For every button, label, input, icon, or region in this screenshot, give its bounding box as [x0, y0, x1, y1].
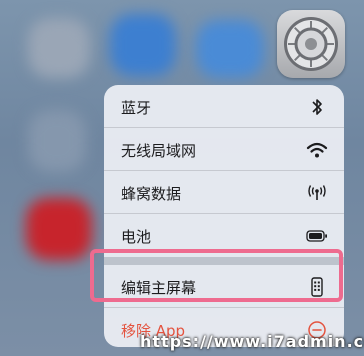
- context-menu: 蓝牙 无线局域网 蜂窝数据 电池 编辑主屏幕 移除 App: [104, 85, 344, 347]
- background-app-icon: [196, 20, 264, 78]
- menu-item-bluetooth[interactable]: 蓝牙: [104, 85, 344, 128]
- background-app-icon: [110, 14, 176, 76]
- background-app-icon: [26, 198, 92, 260]
- watermark-text: https://www.i7admin.cc: [140, 332, 364, 351]
- battery-icon: [306, 230, 327, 242]
- bluetooth-icon: [312, 99, 322, 115]
- settings-app-icon[interactable]: [277, 10, 345, 78]
- background-app-icon: [28, 110, 86, 172]
- menu-item-label: 蓝牙: [121, 99, 152, 117]
- background-app-icon: [28, 18, 90, 78]
- gear-icon: [284, 17, 338, 71]
- menu-item-label: 电池: [121, 228, 152, 246]
- menu-item-label: 蜂窝数据: [121, 185, 182, 203]
- wifi-icon: [306, 142, 328, 158]
- menu-item-cellular[interactable]: 蜂窝数据: [104, 171, 344, 214]
- highlight-box: [90, 249, 343, 302]
- menu-item-label: 无线局域网: [121, 142, 197, 160]
- cellular-icon: [308, 185, 326, 200]
- menu-item-wifi[interactable]: 无线局域网: [104, 128, 344, 171]
